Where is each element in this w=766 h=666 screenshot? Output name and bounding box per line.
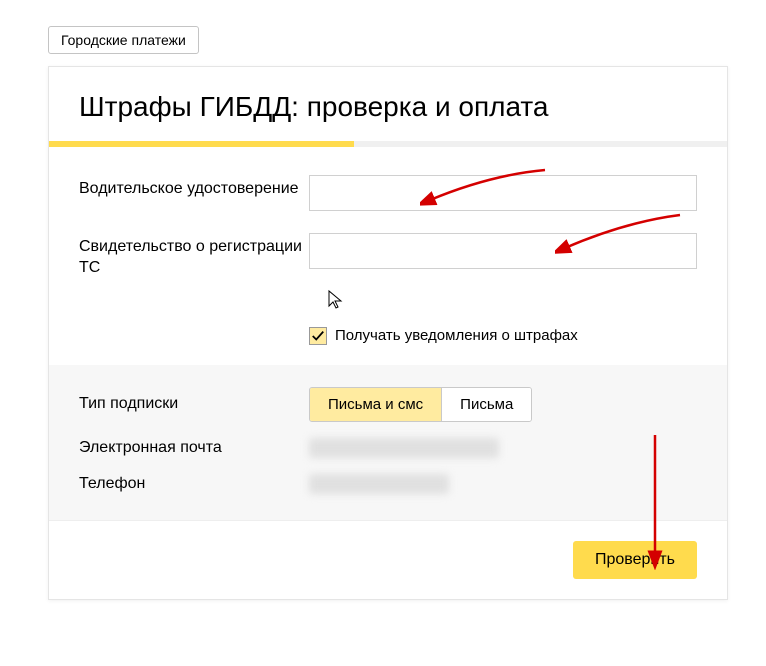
subscription-option-letters[interactable]: Письма [441, 388, 531, 421]
form-section: Водительское удостоверение Свидетельство… [49, 147, 727, 365]
registration-label: Свидетельство о регистрации ТС [79, 233, 309, 279]
main-card: Штрафы ГИБДД: проверка и оплата Водитель… [48, 66, 728, 600]
phone-value-blurred [309, 474, 449, 494]
email-value-blurred [309, 438, 499, 458]
submit-button[interactable]: Проверить [573, 541, 697, 579]
registration-input[interactable] [309, 233, 697, 269]
email-label: Электронная почта [79, 439, 309, 457]
driver-license-row: Водительское удостоверение [79, 175, 697, 211]
card-footer: Проверить [49, 520, 727, 599]
progress-bar [49, 141, 727, 147]
card-header: Штрафы ГИБДД: проверка и оплата [49, 67, 727, 141]
phone-label: Телефон [79, 475, 309, 493]
subscription-option-sms[interactable]: Письма и смс [310, 388, 441, 421]
checkmark-icon [311, 329, 325, 343]
notifications-checkbox[interactable] [309, 327, 327, 345]
phone-row: Телефон [79, 474, 697, 494]
driver-license-label: Водительское удостоверение [79, 175, 309, 200]
progress-fill [49, 141, 354, 147]
notifications-row: Получать уведомления о штрафах [309, 327, 697, 345]
page-title: Штрафы ГИБДД: проверка и оплата [79, 91, 697, 123]
driver-license-input[interactable] [309, 175, 697, 211]
subscription-section: Тип подписки Письма и смс Письма Электро… [49, 365, 727, 520]
notifications-label: Получать уведомления о штрафах [335, 327, 578, 344]
subscription-segmented: Письма и смс Письма [309, 387, 532, 422]
email-row: Электронная почта [79, 438, 697, 458]
breadcrumb-button[interactable]: Городские платежи [48, 26, 199, 54]
subscription-type-label: Тип подписки [79, 395, 309, 413]
registration-row: Свидетельство о регистрации ТС [79, 233, 697, 279]
subscription-type-row: Тип подписки Письма и смс Письма [79, 387, 697, 422]
